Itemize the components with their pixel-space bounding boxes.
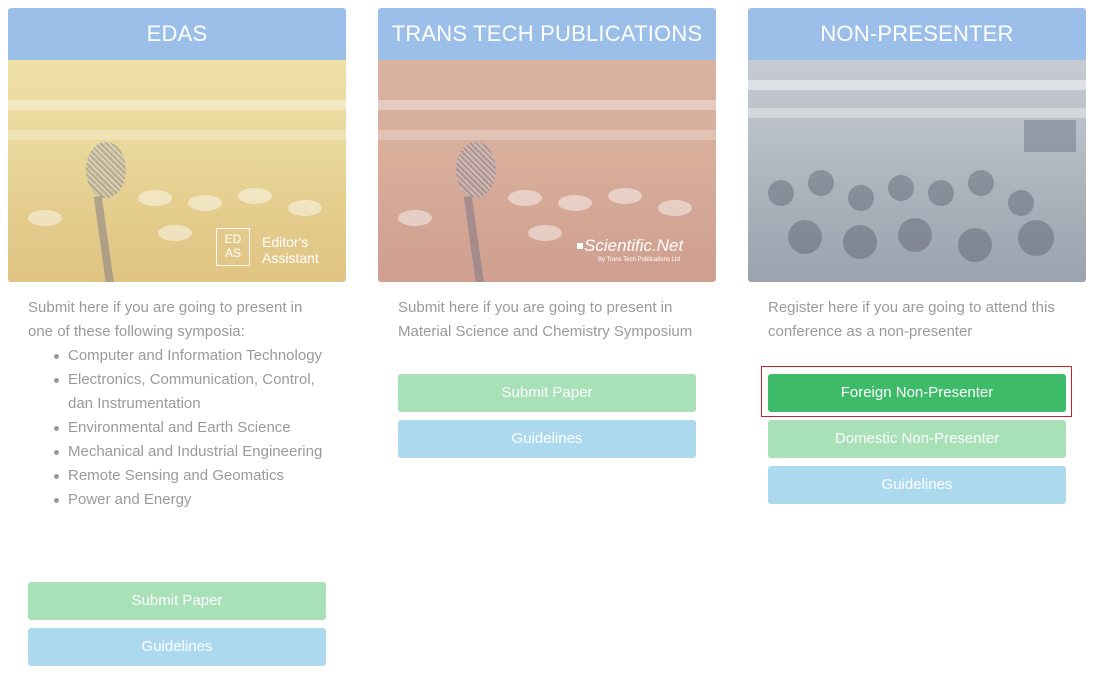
- microphone-icon: [456, 142, 496, 198]
- scientific-net-logo-subtitle: By Trans Tech Publications Ltd: [598, 257, 680, 263]
- trans-tech-submit-paper-button[interactable]: Submit Paper: [398, 374, 696, 412]
- scientific-net-mark-icon: [577, 243, 583, 249]
- edas-card: EDAS ED AS Editor's Assistant: [8, 8, 346, 282]
- list-item: Remote Sensing and Geomatics: [54, 464, 328, 488]
- card-title: TRANS TECH PUBLICATIONS: [378, 8, 716, 60]
- non-presenter-guidelines-button[interactable]: Guidelines: [768, 466, 1066, 504]
- edas-logo-mark-top: ED: [224, 232, 242, 246]
- foreign-non-presenter-button[interactable]: Foreign Non-Presenter: [768, 374, 1066, 412]
- edas-logo-text: Editor's Assistant: [262, 234, 319, 266]
- symposia-list: Computer and Information Technology Elec…: [28, 344, 328, 512]
- edas-description-block: Submit here if you are going to present …: [28, 296, 328, 512]
- list-item: Electronics, Communication, Control, dan…: [54, 368, 328, 416]
- trans-tech-description: Submit here if you are going to present …: [398, 299, 693, 340]
- edas-guidelines-button[interactable]: Guidelines: [28, 628, 326, 666]
- edas-description: Submit here if you are going to present …: [28, 299, 303, 340]
- domestic-non-presenter-button[interactable]: Domestic Non-Presenter: [768, 420, 1066, 458]
- microphone-icon: [86, 142, 126, 198]
- projector-screen-icon: [1024, 120, 1076, 152]
- edas-submit-paper-button[interactable]: Submit Paper: [28, 582, 326, 620]
- list-item: Mechanical and Industrial Engineering: [54, 440, 328, 464]
- edas-logo-text-line1: Editor's: [262, 234, 309, 250]
- edas-logo-mark-bottom: AS: [224, 246, 241, 260]
- scientific-net-logo: Scientific.Net: [584, 236, 684, 255]
- trans-tech-guidelines-button[interactable]: Guidelines: [398, 420, 696, 458]
- non-presenter-description: Register here if you are going to attend…: [768, 299, 1055, 340]
- list-item: Power and Energy: [54, 488, 328, 512]
- microphone-image: Scientific.Net By Trans Tech Publication…: [378, 60, 716, 282]
- card-title: NON-PRESENTER: [748, 8, 1086, 60]
- list-item: Environmental and Earth Science: [54, 416, 328, 440]
- list-item: Computer and Information Technology: [54, 344, 328, 368]
- card-title: EDAS: [8, 8, 346, 60]
- trans-tech-card: TRANS TECH PUBLICATIONS Scientific.Net B…: [378, 8, 716, 282]
- edas-logo-text-line2: Assistant: [262, 250, 319, 266]
- microphone-image: ED AS Editor's Assistant: [8, 60, 346, 282]
- conference-audience-image: [748, 60, 1086, 282]
- non-presenter-card: NON-PRESENTER: [748, 8, 1086, 282]
- edas-logo: ED AS: [216, 228, 250, 266]
